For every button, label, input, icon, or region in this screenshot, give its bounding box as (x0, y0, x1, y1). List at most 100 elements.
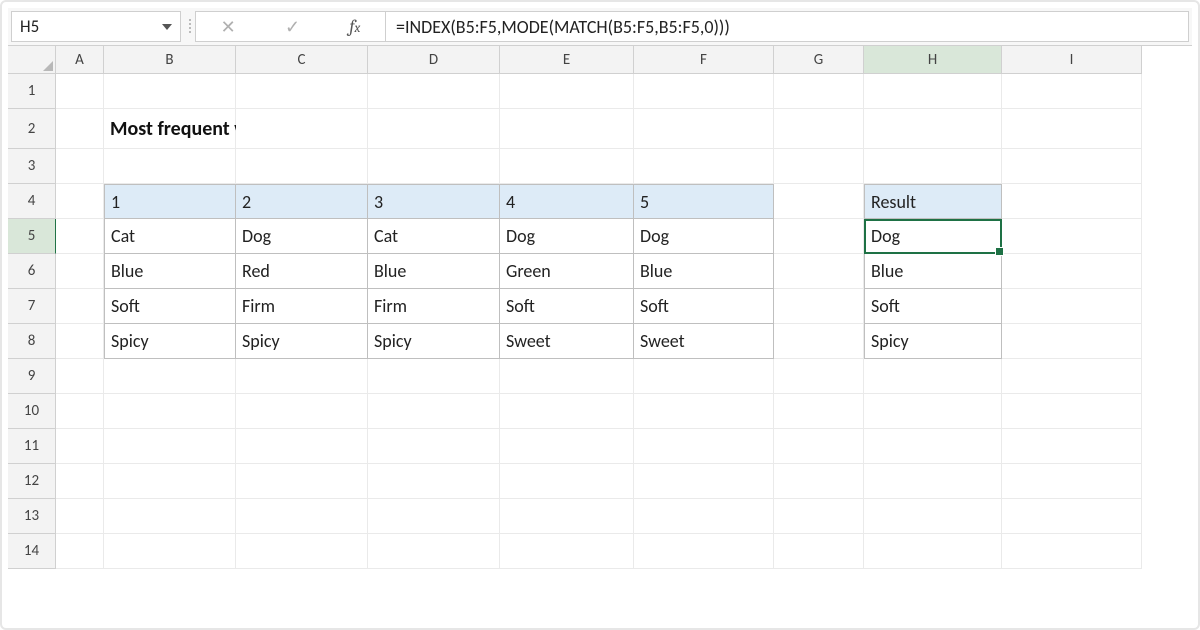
cell[interactable] (236, 109, 368, 149)
cell[interactable] (774, 184, 864, 219)
cell[interactable] (774, 109, 864, 149)
row-header-11[interactable]: 11 (8, 429, 56, 464)
data-cell[interactable]: Dog (634, 219, 774, 254)
cell[interactable] (634, 109, 774, 149)
cell[interactable] (864, 464, 1002, 499)
cell[interactable] (864, 499, 1002, 534)
cell[interactable] (634, 499, 774, 534)
cell[interactable] (56, 394, 104, 429)
data-cell[interactable]: Dog (236, 219, 368, 254)
data-cell[interactable]: Blue (634, 254, 774, 289)
data-cell[interactable]: Blue (368, 254, 500, 289)
cell[interactable] (774, 219, 864, 254)
row-header-13[interactable]: 13 (8, 499, 56, 534)
cell[interactable] (368, 499, 500, 534)
cell[interactable] (368, 109, 500, 149)
cell[interactable] (1002, 359, 1142, 394)
cell[interactable] (56, 149, 104, 184)
cell[interactable] (104, 74, 236, 109)
data-cell[interactable]: Blue (104, 254, 236, 289)
data-cell[interactable]: Dog (500, 219, 634, 254)
column-header-C[interactable]: C (236, 46, 368, 74)
cell[interactable] (774, 534, 864, 569)
result-cell[interactable]: Dog (864, 219, 1002, 254)
cell[interactable] (864, 74, 1002, 109)
row-header-8[interactable]: 8 (8, 324, 56, 359)
cell[interactable] (104, 429, 236, 464)
result-header[interactable]: Result (864, 184, 1002, 219)
cell[interactable] (634, 394, 774, 429)
data-cell[interactable]: Red (236, 254, 368, 289)
page-title[interactable]: Most frequent word or text (104, 109, 236, 149)
column-header-A[interactable]: A (56, 46, 104, 74)
data-cell[interactable]: Sweet (500, 324, 634, 359)
data-cell[interactable]: Green (500, 254, 634, 289)
cell[interactable] (500, 394, 634, 429)
cell[interactable] (634, 149, 774, 184)
cell[interactable] (634, 534, 774, 569)
cell[interactable] (236, 499, 368, 534)
cell[interactable] (864, 394, 1002, 429)
cell[interactable] (864, 359, 1002, 394)
cell[interactable] (56, 324, 104, 359)
cell[interactable] (500, 109, 634, 149)
cell[interactable] (1002, 254, 1142, 289)
cell[interactable] (104, 464, 236, 499)
cell[interactable] (864, 149, 1002, 184)
cell[interactable] (56, 254, 104, 289)
row-header-3[interactable]: 3 (8, 149, 56, 184)
cell[interactable] (368, 429, 500, 464)
cell[interactable] (774, 74, 864, 109)
data-cell[interactable]: Spicy (236, 324, 368, 359)
cell[interactable] (56, 534, 104, 569)
cell[interactable] (500, 74, 634, 109)
cell[interactable] (56, 289, 104, 324)
cell[interactable] (1002, 149, 1142, 184)
cell[interactable] (864, 429, 1002, 464)
cell[interactable] (236, 429, 368, 464)
row-header-6[interactable]: 6 (8, 254, 56, 289)
cell[interactable] (634, 74, 774, 109)
row-header-2[interactable]: 2 (8, 109, 56, 149)
data-header[interactable]: 4 (500, 184, 634, 219)
column-header-B[interactable]: B (104, 46, 236, 74)
cell[interactable] (104, 359, 236, 394)
row-header-7[interactable]: 7 (8, 289, 56, 324)
data-cell[interactable]: Firm (368, 289, 500, 324)
data-header[interactable]: 2 (236, 184, 368, 219)
cell[interactable] (368, 74, 500, 109)
cell[interactable] (56, 74, 104, 109)
cell[interactable] (1002, 499, 1142, 534)
cell[interactable] (1002, 109, 1142, 149)
cell[interactable] (1002, 429, 1142, 464)
cell[interactable] (236, 149, 368, 184)
cell[interactable] (774, 394, 864, 429)
column-header-E[interactable]: E (500, 46, 634, 74)
row-header-1[interactable]: 1 (8, 74, 56, 109)
row-header-9[interactable]: 9 (8, 359, 56, 394)
cell[interactable] (774, 359, 864, 394)
data-cell[interactable]: Firm (236, 289, 368, 324)
row-header-10[interactable]: 10 (8, 394, 56, 429)
data-cell[interactable]: Spicy (104, 324, 236, 359)
cell[interactable] (1002, 534, 1142, 569)
cell[interactable] (104, 534, 236, 569)
cell[interactable] (104, 499, 236, 534)
cell[interactable] (368, 534, 500, 569)
cell[interactable] (236, 74, 368, 109)
cell[interactable] (1002, 219, 1142, 254)
column-header-I[interactable]: I (1002, 46, 1142, 74)
cell[interactable] (864, 109, 1002, 149)
cell[interactable] (104, 394, 236, 429)
column-header-H[interactable]: H (864, 46, 1002, 74)
cell[interactable] (634, 359, 774, 394)
cell[interactable] (1002, 464, 1142, 499)
cell[interactable] (56, 359, 104, 394)
cell[interactable] (1002, 74, 1142, 109)
cell[interactable] (56, 464, 104, 499)
row-header-12[interactable]: 12 (8, 464, 56, 499)
cell[interactable] (774, 429, 864, 464)
result-cell[interactable]: Blue (864, 254, 1002, 289)
data-header[interactable]: 3 (368, 184, 500, 219)
data-cell[interactable]: Cat (368, 219, 500, 254)
